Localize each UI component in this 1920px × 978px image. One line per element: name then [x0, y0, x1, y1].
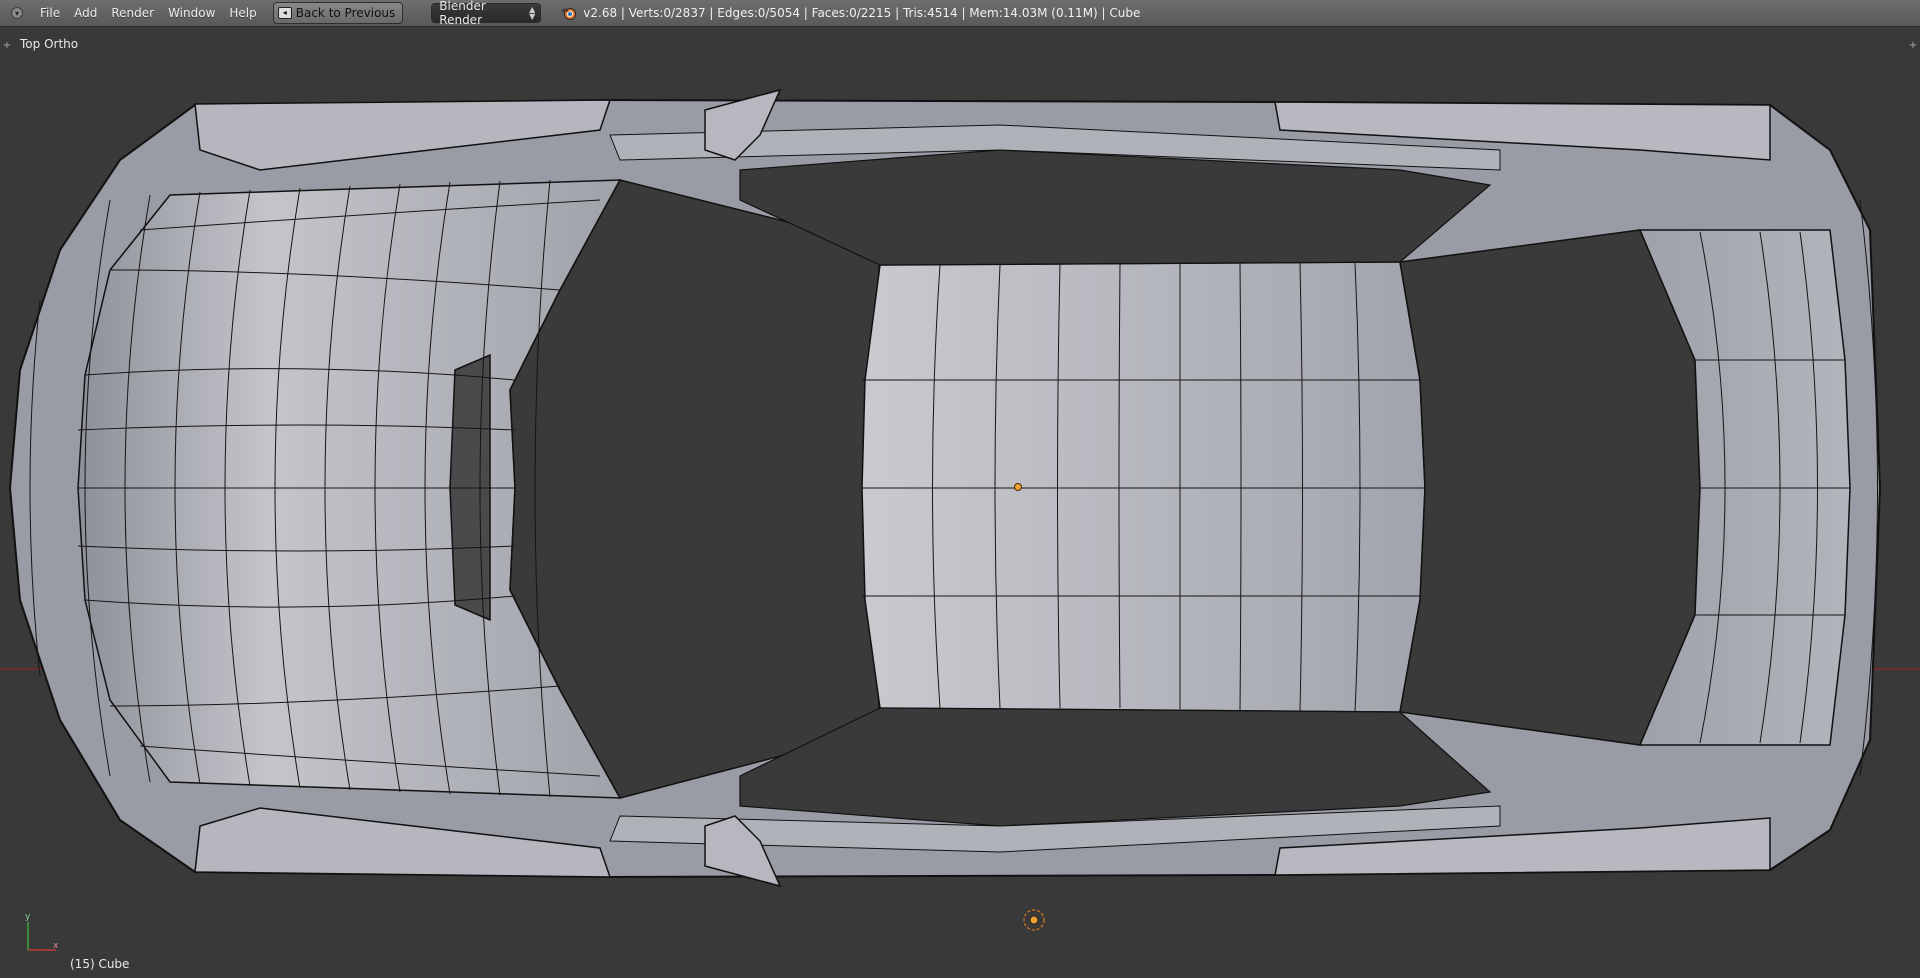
car-mesh-canvas[interactable]: y x	[0, 27, 1920, 978]
back-to-previous-button[interactable]: ◂ Back to Previous	[272, 2, 404, 24]
render-engine-select[interactable]: Blender Render ▲ ▼	[431, 0, 542, 27]
roof-surface	[861, 261, 1426, 713]
back-to-previous-label: Back to Previous	[295, 6, 396, 20]
properties-toggle-icon[interactable]: +	[1908, 41, 1918, 51]
view-name-label: Top Ortho	[20, 37, 79, 51]
object-info-label: (15) Cube	[70, 957, 130, 971]
scene-statistics: v2.68 | Verts:0/2837 | Edges:0/5054 | Fa…	[583, 6, 1141, 20]
editor-type-icon[interactable]: ▾	[11, 7, 23, 19]
svg-text:x: x	[53, 941, 59, 951]
menu-help[interactable]: Help	[222, 6, 263, 20]
axis-widget-icon: y x	[25, 912, 59, 951]
menu-render[interactable]: Render	[104, 6, 161, 20]
up-down-arrows-icon: ▲ ▼	[529, 5, 536, 21]
svg-text:y: y	[25, 912, 31, 922]
object-origin-icon	[1014, 483, 1022, 491]
3d-viewport[interactable]: y x Top Ortho (15) Cube + +	[0, 27, 1920, 978]
render-engine-value: Blender Render	[439, 0, 486, 27]
toolshelf-toggle-icon[interactable]: +	[2, 41, 12, 51]
rear-window-opening	[1399, 229, 1701, 746]
info-header: ▾ File Add Render Window Help ◂ Back to …	[0, 0, 1920, 27]
menu-window[interactable]: Window	[161, 6, 222, 20]
menu-add[interactable]: Add	[67, 6, 104, 20]
menu-file[interactable]: File	[33, 6, 67, 20]
back-arrow-icon: ◂	[277, 7, 292, 19]
lamp-icon[interactable]	[1023, 909, 1045, 931]
blender-logo-icon	[561, 8, 577, 20]
